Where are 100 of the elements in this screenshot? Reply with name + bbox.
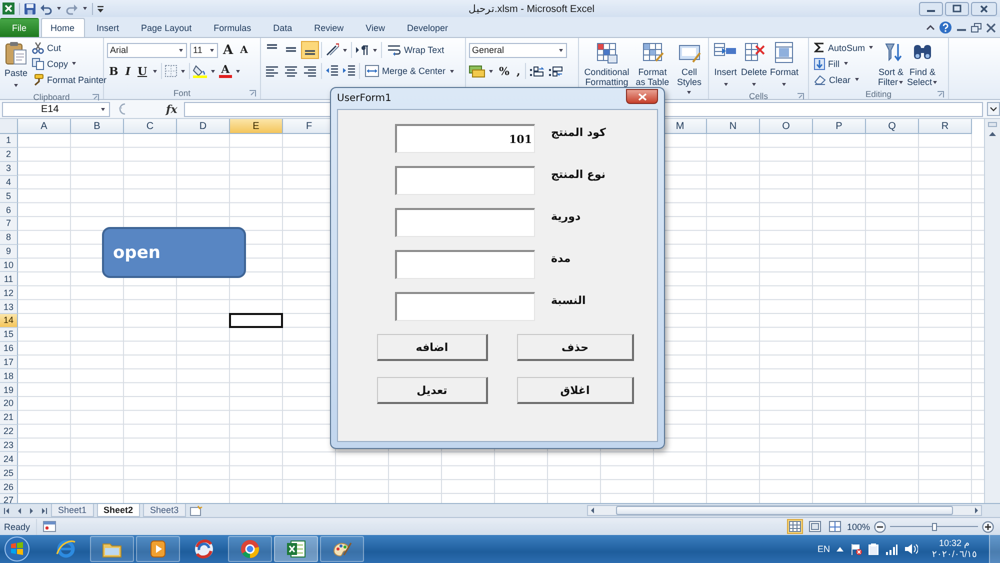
ribbon-tab[interactable]: View bbox=[356, 18, 395, 37]
save-icon[interactable] bbox=[24, 2, 36, 14]
zoom-in-button[interactable] bbox=[982, 520, 994, 532]
row-header[interactable]: 13 bbox=[0, 300, 18, 314]
column-header[interactable]: A bbox=[18, 119, 71, 134]
fill-button[interactable]: Fill bbox=[812, 56, 876, 71]
percent-button[interactable]: % bbox=[497, 64, 512, 78]
form-button[interactable]: اغلاق bbox=[517, 377, 634, 404]
vertical-scrollbar[interactable] bbox=[984, 119, 1000, 503]
format-cells-button[interactable]: Format bbox=[769, 40, 800, 90]
insert-cells-button[interactable]: Insert bbox=[712, 40, 739, 90]
cell-styles-button[interactable]: Cell Styles bbox=[673, 40, 705, 98]
taskbar-button[interactable] bbox=[320, 536, 364, 562]
row-header[interactable]: 3 bbox=[0, 162, 18, 176]
ribbon-tab[interactable]: Developer bbox=[397, 18, 458, 37]
taskbar-button[interactable] bbox=[274, 536, 318, 562]
insert-function-button[interactable]: fx bbox=[166, 102, 178, 116]
format-painter-button[interactable]: Format Painter bbox=[30, 72, 109, 87]
row-header[interactable]: 6 bbox=[0, 203, 18, 218]
row-header[interactable]: 8 bbox=[0, 230, 18, 245]
delete-cells-button[interactable]: Delete bbox=[740, 40, 768, 90]
decrease-decimal-icon[interactable] bbox=[548, 65, 564, 77]
underline-button[interactable]: U bbox=[135, 64, 150, 78]
sheet-tab[interactable]: Sheet2 bbox=[96, 504, 140, 517]
signal-icon[interactable] bbox=[884, 544, 898, 554]
column-header[interactable]: N bbox=[707, 119, 760, 134]
close-button[interactable] bbox=[971, 2, 997, 16]
font-size-field[interactable]: 11 bbox=[190, 42, 218, 58]
increase-decimal-icon[interactable] bbox=[529, 65, 546, 77]
row-header[interactable]: 21 bbox=[0, 410, 18, 425]
scroll-left-icon[interactable] bbox=[590, 507, 595, 514]
align-left-icon[interactable] bbox=[264, 64, 280, 78]
close-icon[interactable] bbox=[986, 22, 996, 32]
bold-button[interactable]: B bbox=[107, 64, 120, 78]
ribbon-tab[interactable]: Data bbox=[263, 18, 302, 37]
row-header[interactable]: 12 bbox=[0, 286, 18, 300]
zoom-level[interactable]: 100% bbox=[846, 522, 870, 532]
clock-time[interactable]: 10:32 م bbox=[938, 538, 970, 549]
column-header[interactable]: D bbox=[177, 119, 230, 134]
collapse-ribbon-icon[interactable] bbox=[926, 23, 935, 32]
row-header[interactable]: 1 bbox=[0, 134, 18, 148]
dialog-launcher-icon[interactable] bbox=[937, 91, 944, 98]
next-sheet-button[interactable] bbox=[27, 506, 36, 514]
row-header[interactable]: 15 bbox=[0, 328, 18, 342]
help-icon[interactable] bbox=[939, 21, 952, 34]
macro-record-icon[interactable] bbox=[43, 521, 56, 532]
flag-icon[interactable] bbox=[850, 543, 862, 555]
ribbon-tab[interactable]: Formulas bbox=[204, 18, 262, 37]
taskbar-button[interactable] bbox=[228, 536, 272, 562]
clear-button[interactable]: Clear bbox=[812, 72, 876, 87]
ribbon-tab[interactable]: Page Layout bbox=[131, 18, 202, 37]
borders-icon[interactable] bbox=[165, 65, 178, 77]
undo-icon[interactable] bbox=[40, 2, 52, 14]
sheet-tab[interactable]: Sheet3 bbox=[143, 504, 186, 517]
language-indicator[interactable]: EN bbox=[817, 544, 830, 554]
row-header[interactable]: 5 bbox=[0, 189, 18, 204]
comma-button[interactable]: , bbox=[514, 64, 522, 78]
autosum-button[interactable]: AutoSum bbox=[812, 40, 876, 55]
clipboard-icon[interactable] bbox=[868, 543, 879, 555]
wrap-text-button[interactable]: Wrap Text bbox=[385, 42, 446, 58]
row-header[interactable]: 24 bbox=[0, 452, 18, 466]
scroll-up-icon[interactable] bbox=[988, 130, 997, 137]
column-header[interactable]: Q bbox=[866, 119, 919, 134]
show-hidden-icons-button[interactable] bbox=[836, 546, 844, 552]
form-button[interactable]: اضافه bbox=[377, 334, 488, 361]
paste-button[interactable]: Paste bbox=[3, 40, 29, 91]
sheet-tab[interactable]: Sheet1 bbox=[51, 504, 94, 517]
file-tab[interactable]: File bbox=[0, 18, 39, 37]
copy-button[interactable]: Copy bbox=[30, 56, 109, 71]
cut-button[interactable]: Cut bbox=[30, 40, 109, 55]
increase-indent-icon[interactable] bbox=[342, 64, 356, 78]
italic-button[interactable]: I bbox=[123, 64, 132, 78]
expand-formula-icon[interactable] bbox=[987, 102, 1000, 116]
row-header[interactable]: 26 bbox=[0, 480, 18, 494]
align-right-icon[interactable] bbox=[302, 64, 318, 78]
row-header[interactable]: 20 bbox=[0, 397, 18, 411]
row-header[interactable]: 17 bbox=[0, 356, 18, 370]
maximize-button[interactable] bbox=[945, 2, 969, 16]
number-format-field[interactable]: General bbox=[469, 42, 567, 58]
clock-date[interactable]: ٢٠٢٠/٠٦/١٥ bbox=[932, 549, 977, 560]
start-button[interactable] bbox=[4, 536, 30, 562]
last-sheet-button[interactable] bbox=[39, 506, 48, 514]
row-header[interactable]: 22 bbox=[0, 424, 18, 439]
column-header[interactable]: E bbox=[230, 119, 283, 134]
ribbon-tab[interactable]: Review bbox=[304, 18, 354, 37]
text-field[interactable] bbox=[395, 250, 535, 279]
scroll-right-icon[interactable] bbox=[974, 507, 979, 514]
horizontal-scrollbar[interactable] bbox=[587, 505, 982, 516]
zoom-slider[interactable] bbox=[932, 522, 937, 530]
dialog-launcher-icon[interactable] bbox=[797, 93, 804, 100]
text-field[interactable] bbox=[395, 292, 535, 321]
font-color-button[interactable]: A bbox=[219, 64, 232, 78]
font-name-field[interactable]: Arial bbox=[107, 42, 187, 58]
row-header[interactable]: 11 bbox=[0, 272, 18, 286]
column-header[interactable]: C bbox=[124, 119, 177, 134]
form-button[interactable]: حذف bbox=[517, 334, 634, 361]
first-sheet-button[interactable] bbox=[3, 506, 12, 514]
row-header[interactable]: 7 bbox=[0, 217, 18, 231]
column-header[interactable]: P bbox=[813, 119, 866, 134]
row-header[interactable]: 18 bbox=[0, 369, 18, 384]
